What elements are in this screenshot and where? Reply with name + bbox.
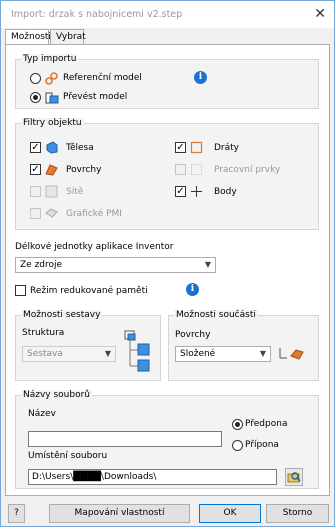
- cancel-button[interactable]: Storno: [266, 504, 329, 523]
- assembly-options-legend: Možnosti sestavy: [21, 310, 103, 320]
- checkbox-graphic-pmi[interactable]: [30, 208, 41, 219]
- prefix-label: Předpona: [245, 419, 288, 429]
- file-location-label: Umístění souboru: [28, 451, 108, 461]
- structure-select[interactable]: Sestava ▼: [22, 346, 116, 362]
- assembly-tree-icon: [124, 330, 150, 372]
- length-units-label: Délkové jednotky aplikace Inventor: [15, 242, 174, 252]
- import-type-group: Typ importu Referenční model i Převést m…: [15, 54, 319, 109]
- checkbox-work-features[interactable]: [175, 164, 186, 175]
- wires-label: Dráty: [214, 143, 240, 153]
- points-label: Body: [214, 187, 237, 197]
- import-dialog: Import: drzak s nabojnicemi v2.step ✕ Mo…: [0, 0, 335, 527]
- import-type-legend: Typ importu: [21, 54, 79, 64]
- suffix-label: Přípona: [245, 440, 279, 450]
- part-surfaces-label: Povrchy: [175, 330, 211, 340]
- checkbox-bodies[interactable]: ✓: [30, 142, 41, 153]
- info-icon[interactable]: i: [194, 71, 207, 84]
- length-units-select[interactable]: Ze zdroje ▼: [15, 257, 216, 273]
- help-button[interactable]: ?: [8, 504, 25, 523]
- file-location-input[interactable]: D:\Users\████\Downloads\: [28, 469, 277, 485]
- object-filters-legend: Filtry objektu: [21, 118, 84, 128]
- part-options-group: Možnosti součásti Povrchy Složené ▼: [168, 310, 319, 381]
- length-units-value: Ze zdroje: [20, 260, 63, 270]
- browse-button[interactable]: [285, 468, 303, 486]
- checkbox-surfaces[interactable]: ✓: [30, 164, 41, 175]
- ok-button[interactable]: OK: [199, 504, 261, 523]
- radio-convert-model[interactable]: [30, 92, 41, 103]
- part-surfaces-value: Složené: [180, 349, 216, 359]
- radio-suffix[interactable]: [232, 440, 243, 451]
- info-icon-memory[interactable]: i: [186, 283, 199, 296]
- options-panel: Typ importu Referenční model i Převést m…: [5, 44, 330, 496]
- close-icon[interactable]: ✕: [314, 6, 326, 22]
- window-title: Import: drzak s nabojnicemi v2.step: [11, 9, 183, 20]
- convert-model-label: Převést model: [63, 92, 128, 102]
- work-feature-icon: [191, 164, 202, 175]
- property-mapping-button[interactable]: Mapování vlastností: [49, 504, 190, 523]
- meshes-label: Sítě: [66, 187, 84, 197]
- checkbox-meshes[interactable]: [30, 186, 41, 197]
- point-icon: [191, 186, 202, 197]
- chevron-down-icon-surfaces: ▼: [259, 349, 266, 358]
- work-features-label: Pracovní prvky: [214, 165, 281, 175]
- structure-value: Sestava: [27, 349, 63, 359]
- title-bar: Import: drzak s nabojnicemi v2.step ✕: [1, 1, 334, 28]
- pmi-icon: [45, 208, 58, 218]
- surfaces-label: Povrchy: [66, 165, 102, 175]
- checkbox-points[interactable]: ✓: [175, 186, 186, 197]
- wire-icon: [190, 141, 203, 154]
- part-surfaces-select[interactable]: Složené ▼: [175, 346, 271, 362]
- checkbox-reduced-memory[interactable]: [15, 285, 26, 296]
- chevron-down-icon: ▼: [204, 260, 211, 269]
- part-options-legend: Možnosti součásti: [174, 310, 258, 320]
- chevron-down-icon-structure: ▼: [104, 349, 111, 358]
- bodies-label: Tělesa: [66, 143, 94, 153]
- convert-model-icon: [45, 92, 59, 104]
- browse-folder-icon: [287, 472, 301, 483]
- link-icon: [45, 72, 58, 85]
- checkbox-wires[interactable]: ✓: [175, 142, 186, 153]
- tab-select[interactable]: Vybrat: [50, 29, 86, 45]
- surface-icon: [45, 164, 58, 176]
- radio-reference-model[interactable]: [30, 73, 41, 84]
- mesh-icon: [45, 185, 58, 198]
- reference-model-label: Referenční model: [63, 73, 142, 83]
- graphic-pmi-label: Grafické PMI: [66, 209, 122, 219]
- composite-surface-icon: [279, 348, 304, 360]
- radio-prefix[interactable]: [232, 419, 243, 430]
- solid-body-icon: [46, 141, 58, 154]
- name-input[interactable]: [28, 431, 222, 447]
- name-label: Název: [28, 409, 56, 419]
- file-names-legend: Názvy souborů: [21, 390, 93, 400]
- object-filters-group: Filtry objektu ✓ Tělesa ✓ Povrchy Sítě G…: [15, 118, 319, 230]
- reduced-memory-label: Režim redukované paměti: [30, 286, 148, 296]
- assembly-options-group: Možnosti sestavy Struktura Sestava ▼: [15, 310, 161, 381]
- file-names-group: Názvy souborů Název Předpona Přípona Umí…: [15, 390, 319, 489]
- structure-label: Struktura: [22, 328, 65, 338]
